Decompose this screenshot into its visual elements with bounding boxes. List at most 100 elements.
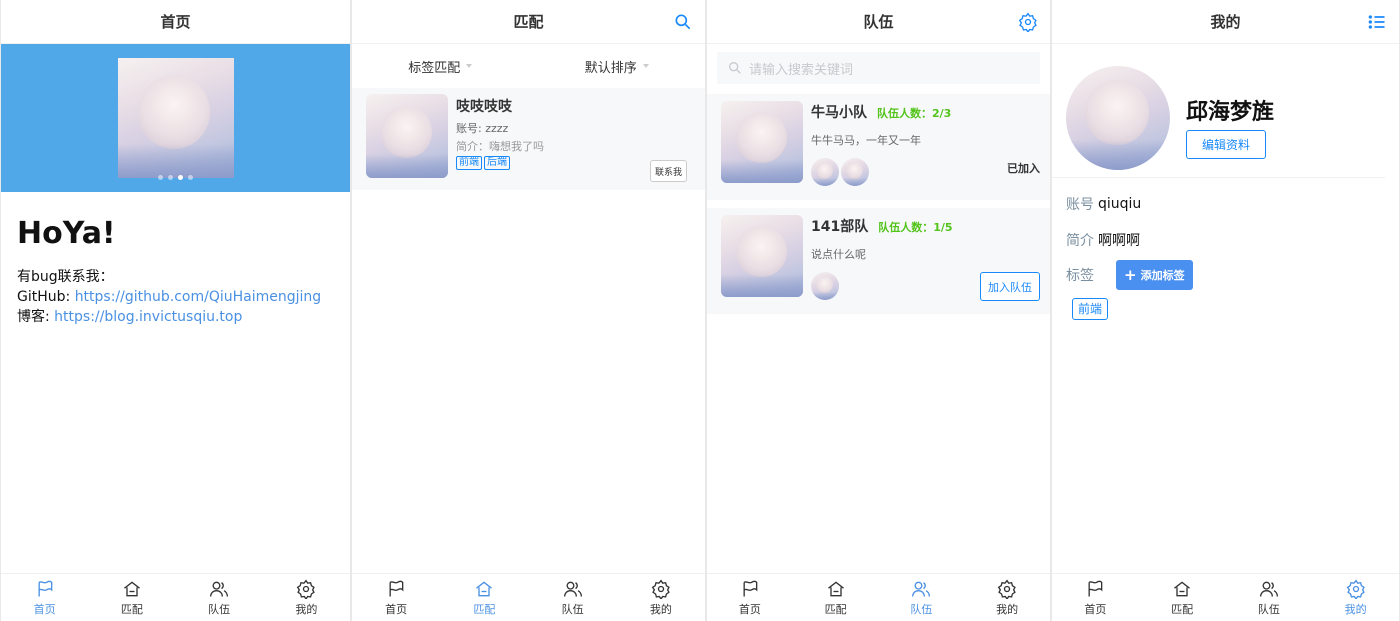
tab-mine[interactable]: 我的 — [617, 574, 705, 621]
tab-label: 匹配 — [824, 602, 847, 616]
intro-field: 简介 啊啊啊 — [1052, 230, 1399, 250]
member-avatars — [811, 158, 1040, 186]
tab-label: 匹配 — [1171, 602, 1194, 616]
tab-label: 首页 — [1084, 602, 1107, 616]
caret-down-icon — [466, 64, 473, 68]
flag-icon — [389, 580, 404, 596]
friends-icon — [210, 581, 229, 597]
tab-match[interactable]: 匹配 — [440, 574, 528, 621]
tab-home[interactable]: 首页 — [352, 574, 440, 621]
home-screen: 首页 HoYa! 有bug联系我： GitHub: https://github… — [0, 0, 351, 621]
profile-header: 邱海梦旌 编辑资料 — [1052, 44, 1385, 178]
user-tag: 前端 — [456, 156, 482, 170]
navbar: 首页 — [1, 0, 350, 44]
dropdown-label: 标签匹配 — [408, 60, 461, 76]
tab-label: 我的 — [295, 602, 318, 616]
account-field: 账号 qiuqiu — [1052, 194, 1399, 214]
joined-status: 已加入 — [1007, 162, 1040, 175]
gear-icon — [1346, 579, 1365, 599]
list-icon[interactable] — [1367, 12, 1387, 32]
add-tag-button[interactable]: + 添加标签 — [1116, 260, 1193, 290]
tab-label: 首页 — [738, 602, 761, 616]
search-input[interactable]: 请输入搜索关键词 — [717, 52, 1040, 84]
tab-label: 队伍 — [561, 602, 584, 616]
tabbar: 首页 匹配 队伍 我的 — [1052, 573, 1399, 621]
account-label: 账号 — [1066, 197, 1094, 213]
page-title: 匹配 — [513, 13, 544, 31]
tab-team[interactable]: 队伍 — [879, 574, 965, 621]
page-title: 首页 — [160, 13, 191, 31]
add-tag-label: 添加标签 — [1140, 269, 1185, 282]
account-value: qiuqiu — [1098, 196, 1142, 212]
tab-label: 我的 — [1344, 602, 1367, 616]
tab-match[interactable]: 匹配 — [1139, 574, 1226, 621]
user-name: 吱吱吱吱 — [456, 99, 512, 115]
github-link[interactable]: https://github.com/QiuHaimengjing — [75, 289, 321, 305]
tags-field: 标签 + 添加标签 — [1052, 260, 1399, 290]
tab-mine[interactable]: 我的 — [1312, 574, 1399, 621]
home-icon — [476, 580, 493, 596]
tab-label: 首页 — [385, 602, 408, 616]
tabbar: 首页 匹配 队伍 我的 — [352, 573, 705, 621]
plus-icon: + — [1124, 266, 1137, 284]
contact-line: 有bug联系我： — [17, 269, 114, 285]
tab-mine[interactable]: 我的 — [964, 574, 1050, 621]
banner-swipe[interactable] — [1, 44, 350, 192]
sort-dropdown[interactable]: 默认排序 — [529, 57, 706, 76]
tab-label: 首页 — [33, 602, 56, 616]
team-screen: 队伍 请输入搜索关键词 牛马小队 队伍人数：2/3 牛牛马马，一年又一年 已加入 … — [706, 0, 1051, 621]
page-title: 我的 — [1210, 13, 1241, 31]
filter-bar: 标签匹配 默认排序 — [352, 44, 705, 88]
member-avatar — [811, 272, 839, 300]
tab-team[interactable]: 队伍 — [529, 574, 617, 621]
blog-link[interactable]: https://blog.invictusqiu.top — [54, 309, 242, 325]
caret-down-icon — [642, 64, 649, 68]
member-avatar — [841, 158, 869, 186]
edit-profile-button[interactable]: 编辑资料 — [1186, 130, 1266, 159]
profile-avatar[interactable] — [1066, 65, 1170, 170]
team-name: 牛马小队 — [811, 105, 867, 121]
tabbar: 首页 匹配 队伍 我的 — [707, 573, 1050, 621]
dropdown-label: 默认排序 — [584, 60, 637, 76]
tab-home[interactable]: 首页 — [1052, 574, 1139, 621]
tag-match-dropdown[interactable]: 标签匹配 — [352, 57, 529, 76]
swipe-dot — [158, 175, 163, 180]
search-placeholder: 请输入搜索关键词 — [749, 62, 854, 78]
search-icon[interactable] — [673, 12, 693, 32]
home-icon — [123, 580, 140, 596]
tab-label: 匹配 — [120, 602, 143, 616]
user-account: 账号: zzzz — [456, 122, 509, 135]
contact-button[interactable]: 联系我 — [649, 160, 687, 182]
tab-label: 队伍 — [910, 602, 933, 616]
search-icon — [729, 62, 741, 74]
join-team-button[interactable]: 加入队伍 — [980, 272, 1040, 301]
tab-home[interactable]: 首页 — [1, 574, 88, 621]
settings-icon[interactable] — [1018, 12, 1038, 32]
tab-label: 我的 — [649, 602, 672, 616]
banner-image — [117, 58, 234, 178]
friends-icon — [1259, 581, 1278, 597]
user-intro: 简介：嗨想我了吗 — [456, 140, 544, 153]
mine-screen: 我的 邱海梦旌 编辑资料 账号 qiuqiu 简介 啊啊啊 标签 + 添加标签 前… — [1051, 0, 1400, 621]
swipe-indicator — [1, 175, 350, 180]
team-card[interactable]: 141部队 队伍人数：1/5 说点什么呢 加入队伍 — [707, 208, 1050, 314]
tab-match[interactable]: 匹配 — [88, 574, 175, 621]
tab-label: 匹配 — [473, 602, 496, 616]
friends-icon — [563, 581, 582, 597]
home-icon — [1174, 580, 1191, 596]
user-card[interactable]: 吱吱吱吱 账号: zzzz 简介：嗨想我了吗 前端 后端 联系我 — [352, 88, 705, 190]
team-card[interactable]: 牛马小队 队伍人数：2/3 牛牛马马，一年又一年 已加入 — [707, 94, 1050, 200]
tab-match[interactable]: 匹配 — [793, 574, 879, 621]
tab-team[interactable]: 队伍 — [1226, 574, 1313, 621]
friends-icon — [912, 581, 931, 597]
tab-label: 我的 — [996, 602, 1019, 616]
navbar: 匹配 — [352, 0, 705, 44]
swipe-dot-active — [178, 175, 183, 180]
team-description: 牛牛马马，一年又一年 — [811, 134, 921, 147]
gear-icon — [297, 579, 316, 599]
tab-team[interactable]: 队伍 — [176, 574, 263, 621]
tab-mine[interactable]: 我的 — [263, 574, 350, 621]
flag-icon — [38, 580, 52, 596]
profile-name: 邱海梦旌 — [1186, 100, 1275, 125]
tab-home[interactable]: 首页 — [707, 574, 793, 621]
